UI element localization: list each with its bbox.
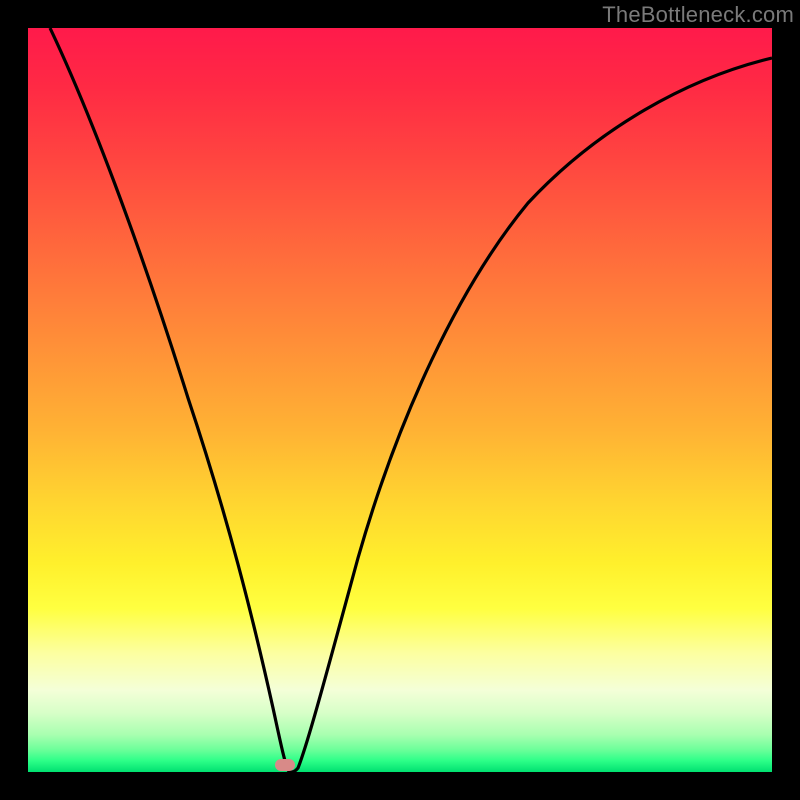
plot-area bbox=[28, 28, 772, 772]
chart-container: TheBottleneck.com bbox=[0, 0, 800, 800]
minimum-marker bbox=[275, 759, 295, 771]
watermark-text: TheBottleneck.com bbox=[602, 2, 794, 28]
curve-layer bbox=[28, 28, 772, 772]
bottleneck-curve bbox=[50, 28, 772, 772]
